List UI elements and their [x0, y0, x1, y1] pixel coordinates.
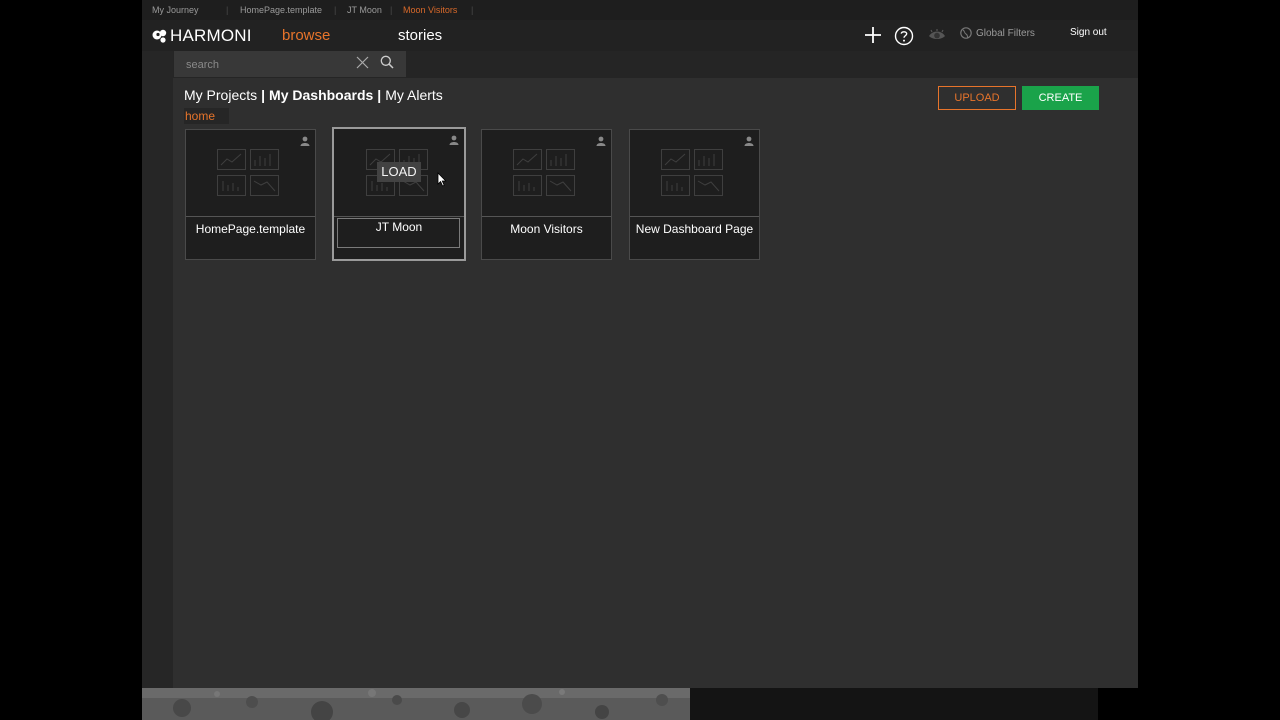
load-button[interactable]: LOAD — [377, 162, 421, 182]
user-icon — [744, 136, 754, 146]
journey-crumb-moon-visitors[interactable]: Moon Visitors — [403, 5, 457, 15]
harmoni-logo[interactable]: HARMONI — [152, 26, 252, 46]
user-icon — [449, 135, 459, 145]
clear-search-icon[interactable] — [356, 56, 369, 69]
dashboard-placeholder-icon — [217, 149, 279, 196]
nav-browse[interactable]: browse — [282, 27, 330, 44]
user-icon — [300, 136, 310, 146]
dashboard-card-new-dashboard-page[interactable]: New Dashboard Page — [629, 129, 760, 260]
dashboard-card-title: New Dashboard Page — [635, 222, 754, 236]
journey-bar: My Journey | HomePage.template | JT Moon… — [142, 0, 1138, 20]
logo-text: HARMONI — [170, 26, 252, 45]
journey-crumb-homepage[interactable]: HomePage.template — [240, 5, 322, 15]
moon-surface-image — [142, 688, 690, 720]
dashboard-placeholder-icon — [513, 149, 575, 196]
top-bar: HARMONI browse stories Global Filters Si… — [142, 20, 1138, 51]
left-rail — [142, 51, 173, 688]
dashboard-thumbnail — [186, 130, 315, 217]
create-button[interactable]: CREATE — [1022, 86, 1099, 110]
background-strip — [690, 688, 1098, 720]
mouse-cursor-icon — [437, 172, 447, 187]
journey-separator: | — [471, 5, 474, 15]
dashboard-card-title: JT Moon — [375, 220, 423, 234]
tab-my-projects[interactable]: My Projects — [184, 87, 257, 103]
tab-my-alerts[interactable]: My Alerts — [385, 87, 443, 103]
search-box — [174, 51, 406, 77]
tab-separator: | — [261, 87, 266, 103]
help-icon[interactable] — [894, 26, 914, 46]
section-tabs: My Projects | My Dashboards | My Alerts — [184, 87, 443, 103]
dashboard-card-jt-moon[interactable]: LOAD JT Moon — [332, 127, 466, 261]
globe-icon — [960, 27, 972, 39]
dashboard-card-moon-visitors[interactable]: Moon Visitors — [481, 129, 612, 260]
dashboard-card-title: Moon Visitors — [510, 222, 583, 236]
dashboard-placeholder-icon — [661, 149, 723, 196]
upload-button[interactable]: UPLOAD — [938, 86, 1016, 110]
sign-out-link[interactable]: Sign out — [1070, 27, 1107, 38]
moon-surface-texture — [142, 688, 690, 720]
tab-separator: | — [377, 87, 382, 103]
journey-label: My Journey — [152, 5, 199, 15]
nav-stories[interactable]: stories — [398, 27, 442, 44]
journey-separator: | — [334, 5, 337, 15]
journey-separator: | — [390, 5, 393, 15]
search-icon[interactable] — [380, 55, 394, 69]
harmoni-logo-icon — [152, 29, 167, 43]
dashboard-card-homepage-template[interactable]: HomePage.template — [185, 129, 316, 260]
user-icon — [596, 136, 606, 146]
global-filters-label: Global Filters — [976, 27, 1035, 39]
app-window: My Journey | HomePage.template | JT Moon… — [142, 0, 1138, 688]
dashboard-thumbnail — [630, 130, 759, 217]
eye-icon[interactable] — [928, 28, 946, 42]
journey-separator: | — [226, 5, 229, 15]
tab-my-dashboards[interactable]: My Dashboards — [269, 87, 373, 103]
add-icon[interactable] — [864, 26, 882, 44]
dashboard-thumbnail — [482, 130, 611, 217]
journey-crumb-jt-moon[interactable]: JT Moon — [347, 5, 382, 15]
dashboard-card-title: HomePage.template — [195, 222, 306, 236]
global-filters[interactable]: Global Filters — [960, 27, 1035, 39]
breadcrumb-home[interactable]: home — [184, 108, 229, 124]
search-input[interactable] — [184, 56, 348, 74]
